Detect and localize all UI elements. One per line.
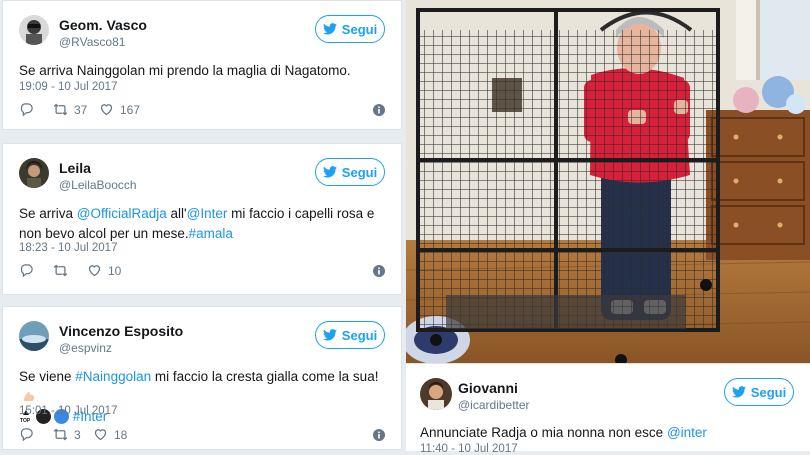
author-name[interactable]: Giovanni [458,380,518,396]
retweet-count: 3 [74,427,81,442]
retweet-icon [53,103,68,116]
author-handle[interactable]: @RVasco81 [59,35,125,49]
tweet-actions: 10 [19,263,385,281]
reply-button[interactable] [19,263,34,278]
like-button[interactable]: 167 [99,102,140,117]
follow-button[interactable]: Segui [315,15,385,43]
tweet-timestamp[interactable]: 18:23 - 10 Jul 2017 [19,242,117,254]
tweet-text: Se viene #Nainggolan mi faccio la cresta… [19,367,389,427]
reply-icon [20,428,33,442]
tweet-actions: 37 167 [19,102,385,120]
tweet-card: Vincenzo Esposito @espvinz Segui Se vien… [2,306,402,450]
tweet-timestamp[interactable]: 19:09 - 10 Jul 2017 [19,81,117,93]
retweet-button[interactable]: 37 [53,102,87,117]
avatar[interactable] [19,158,49,188]
author-handle[interactable]: @espvinz [59,341,112,355]
svg-text:TOP: TOP [20,418,31,423]
twitter-bird-icon [731,386,746,398]
like-count: 18 [114,427,128,442]
heart-icon [88,265,101,277]
info-button[interactable] [373,265,385,280]
info-button[interactable] [373,104,385,119]
follow-label: Segui [341,21,378,37]
tweet-timestamp[interactable]: 15:01 - 10 Jul 2017 [19,405,117,417]
author-name[interactable]: Vincenzo Esposito [59,323,183,339]
flexed-biceps-emoji-icon [22,389,35,402]
author-name[interactable]: Leila [59,160,91,176]
follow-label: Segui [750,384,787,400]
photo-tweet-column: Giovanni @icardibetter Segui Annunciate … [406,0,810,455]
author-handle[interactable]: @icardibetter [458,398,530,412]
tweet-text-segment: Annunciate Radja o mia nonna non esce [420,425,667,440]
info-icon [373,265,385,277]
heart-icon [94,429,107,441]
follow-button[interactable]: Segui [315,158,385,186]
tweet-card: Geom. Vasco @RVasco81 Segui Se arriva Na… [2,0,402,130]
tweet-timestamp[interactable]: 11:40 - 10 Jul 2017 [420,443,518,455]
info-icon [373,429,385,441]
mention-link[interactable]: @Inter [187,206,228,221]
retweet-icon [53,428,68,441]
like-button[interactable]: 18 [93,427,127,442]
tweet-text: Se arriva @OfficialRadja all'@Inter mi f… [19,204,389,244]
avatar[interactable] [19,15,49,45]
avatar[interactable] [420,378,452,410]
reply-icon [20,103,33,117]
mention-link[interactable]: @inter [667,425,707,440]
like-button[interactable]: 10 [87,263,121,278]
avatar[interactable] [19,321,49,351]
like-count: 10 [108,263,122,278]
mention-link[interactable]: @OfficialRadja [77,206,167,221]
hashtag-link[interactable]: #amala [189,226,233,241]
tweet-text-segment: mi faccio la cresta gialla come la sua! [151,369,379,384]
tweet-text-segment: Se arriva [19,206,77,221]
grandma-in-cage-photo [406,0,810,363]
hashtag-link[interactable]: #Nainggolan [75,369,151,384]
twitter-bird-icon [322,23,337,35]
tweet-text-segment: Se viene [19,369,76,384]
twitter-bird-icon [322,329,337,341]
tweet-card: Giovanni @icardibetter Segui Annunciate … [406,363,810,455]
follow-label: Segui [341,164,378,180]
reply-icon [20,264,33,278]
reply-button[interactable] [19,427,34,442]
follow-button[interactable]: Segui [724,378,794,406]
reply-button[interactable] [19,102,34,117]
info-icon [373,104,385,116]
like-count: 167 [120,102,141,117]
tweet-card: Leila @LeilaBoocch Segui Se arriva @Offi… [2,143,402,295]
tweet-text: Se arriva Nainggolan mi prendo la maglia… [19,61,389,81]
follow-label: Segui [341,327,378,343]
retweet-button[interactable] [53,263,74,278]
twitter-bird-icon [322,166,337,178]
retweet-button[interactable]: 3 [53,427,81,442]
tweet-text: Annunciate Radja o mia nonna non esce @i… [420,423,798,443]
retweet-count: 37 [74,102,88,117]
info-button[interactable] [373,429,385,444]
tweet-actions: 3 18 [19,427,385,445]
tweet-photo[interactable] [406,0,810,363]
author-name[interactable]: Geom. Vasco [59,17,147,33]
retweet-icon [53,264,68,277]
follow-button[interactable]: Segui [315,321,385,349]
tweet-text-segment: all' [166,206,187,221]
tweet-text-body: Se arriva Nainggolan mi prendo la maglia… [19,63,351,78]
author-handle[interactable]: @LeilaBoocch [59,178,137,192]
tweets-column: Geom. Vasco @RVasco81 Segui Se arriva Na… [0,0,404,450]
heart-icon [100,104,113,116]
